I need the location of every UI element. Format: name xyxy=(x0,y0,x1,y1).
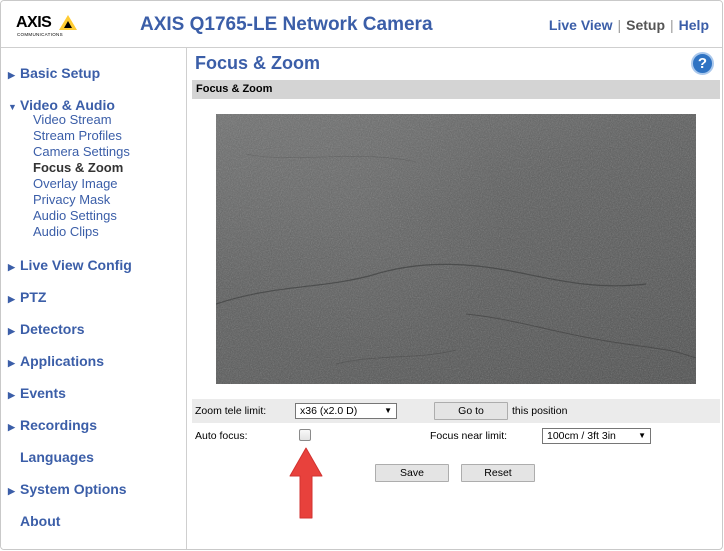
sidebar-subitem-overlay-image[interactable]: Overlay Image xyxy=(33,176,118,192)
sidebar-item-label: Events xyxy=(20,385,66,401)
auto-focus-label: Auto focus: xyxy=(195,430,248,442)
sidebar-item-label: Live View Config xyxy=(20,257,132,273)
triangle-down-icon: ▼ xyxy=(8,102,17,112)
nav-setup[interactable]: Setup xyxy=(626,17,665,33)
zoom-row: Zoom tele limit: x36 (x2.0 D) ▼ Go to th… xyxy=(192,399,720,423)
sidebar-item-ptz[interactable]: ▶ PTZ xyxy=(8,288,46,306)
sidebar-item-system-options[interactable]: ▶ System Options xyxy=(8,480,127,498)
sidebar-item-detectors[interactable]: ▶ Detectors xyxy=(8,320,85,338)
go-to-button[interactable]: Go to xyxy=(434,402,508,420)
nav-separator: | xyxy=(617,17,622,33)
triangle-right-icon: ▶ xyxy=(8,486,15,496)
caret-down-icon: ▼ xyxy=(638,431,646,440)
triangle-right-icon: ▶ xyxy=(8,358,15,368)
logo-subtext: COMMUNICATIONS xyxy=(17,32,63,37)
focus-near-limit-label: Focus near limit: xyxy=(430,430,508,442)
sidebar-subitem-audio-clips[interactable]: Audio Clips xyxy=(33,224,99,240)
section-header: Focus & Zoom xyxy=(192,80,720,99)
top-nav: Live View | Setup | Help xyxy=(549,17,709,33)
browser-frame: AXIS COMMUNICATIONS AXIS Q1765-LE Networ… xyxy=(0,0,723,550)
sidebar: ▶ Basic Setup ▼ Video & Audio Video Stream… xyxy=(1,48,187,549)
triangle-right-icon: ▶ xyxy=(8,262,15,272)
triangle-right-icon: ▶ xyxy=(8,294,15,304)
sidebar-subitem-audio-settings[interactable]: Audio Settings xyxy=(33,208,117,224)
sidebar-item-live-view-config[interactable]: ▶ Live View Config xyxy=(8,256,132,274)
sidebar-item-events[interactable]: ▶ Events xyxy=(8,384,66,402)
zoom-tele-limit-value: x36 (x2.0 D) xyxy=(300,405,358,417)
nav-separator: | xyxy=(670,17,674,33)
sidebar-item-label: About xyxy=(20,513,61,529)
axis-logo[interactable]: AXIS COMMUNICATIONS xyxy=(16,14,80,40)
logo-triangle-inner xyxy=(64,21,72,28)
nav-help[interactable]: Help xyxy=(679,17,709,33)
sidebar-item-applications[interactable]: ▶ Applications xyxy=(8,352,104,370)
red-up-arrow-icon xyxy=(289,447,323,519)
sidebar-item-label: PTZ xyxy=(20,289,47,305)
sidebar-subitem-camera-settings[interactable]: Camera Settings xyxy=(33,144,130,160)
camera-title: AXIS Q1765-LE Network Camera xyxy=(140,14,433,35)
triangle-right-icon: ▶ xyxy=(8,326,15,336)
page-title: Focus & Zoom xyxy=(195,53,320,73)
sidebar-subitem-video-stream[interactable]: Video Stream xyxy=(33,112,112,128)
sidebar-item-about[interactable]: About xyxy=(8,512,60,530)
sidebar-subitem-focus-zoom[interactable]: Focus & Zoom xyxy=(33,160,123,176)
sidebar-item-label: Recordings xyxy=(20,417,98,433)
sidebar-item-label: Detectors xyxy=(20,321,85,337)
sidebar-subitem-privacy-mask[interactable]: Privacy Mask xyxy=(33,192,110,208)
zoom-tele-limit-label: Zoom tele limit: xyxy=(195,405,267,417)
auto-focus-checkbox[interactable] xyxy=(299,429,311,441)
sidebar-item-label: Video & Audio xyxy=(20,97,115,113)
header: AXIS COMMUNICATIONS AXIS Q1765-LE Networ… xyxy=(1,1,722,49)
logo-text: AXIS xyxy=(16,14,52,31)
pavement-texture xyxy=(216,114,696,384)
sidebar-subitem-stream-profiles[interactable]: Stream Profiles xyxy=(33,128,122,144)
reset-button[interactable]: Reset xyxy=(461,464,535,482)
sidebar-item-label: Basic Setup xyxy=(20,65,101,81)
sidebar-item-basic-setup[interactable]: ▶ Basic Setup xyxy=(8,64,100,82)
save-button[interactable]: Save xyxy=(375,464,449,482)
sidebar-item-recordings[interactable]: ▶ Recordings xyxy=(8,416,97,434)
zoom-tele-limit-select[interactable]: x36 (x2.0 D) ▼ xyxy=(295,403,397,419)
triangle-right-icon: ▶ xyxy=(8,390,15,400)
focus-near-limit-select[interactable]: 100cm / 3ft 3in ▼ xyxy=(542,428,651,444)
go-to-suffix: this position xyxy=(512,405,568,417)
question-circle-icon[interactable]: ? xyxy=(691,52,714,75)
video-preview[interactable] xyxy=(216,114,696,384)
triangle-right-icon: ▶ xyxy=(8,422,15,432)
triangle-right-icon: ▶ xyxy=(8,70,15,80)
nav-live-view[interactable]: Live View xyxy=(549,17,613,33)
sidebar-item-label: System Options xyxy=(20,481,127,497)
focus-near-limit-value: 100cm / 3ft 3in xyxy=(547,430,616,442)
sidebar-item-languages[interactable]: Languages xyxy=(8,448,94,466)
caret-down-icon: ▼ xyxy=(384,406,392,415)
sidebar-item-label: Languages xyxy=(20,449,94,465)
main-content: Focus & Zoom ? Focus & Zoom Zoom tele li… xyxy=(188,48,722,549)
sidebar-item-label: Applications xyxy=(20,353,105,369)
